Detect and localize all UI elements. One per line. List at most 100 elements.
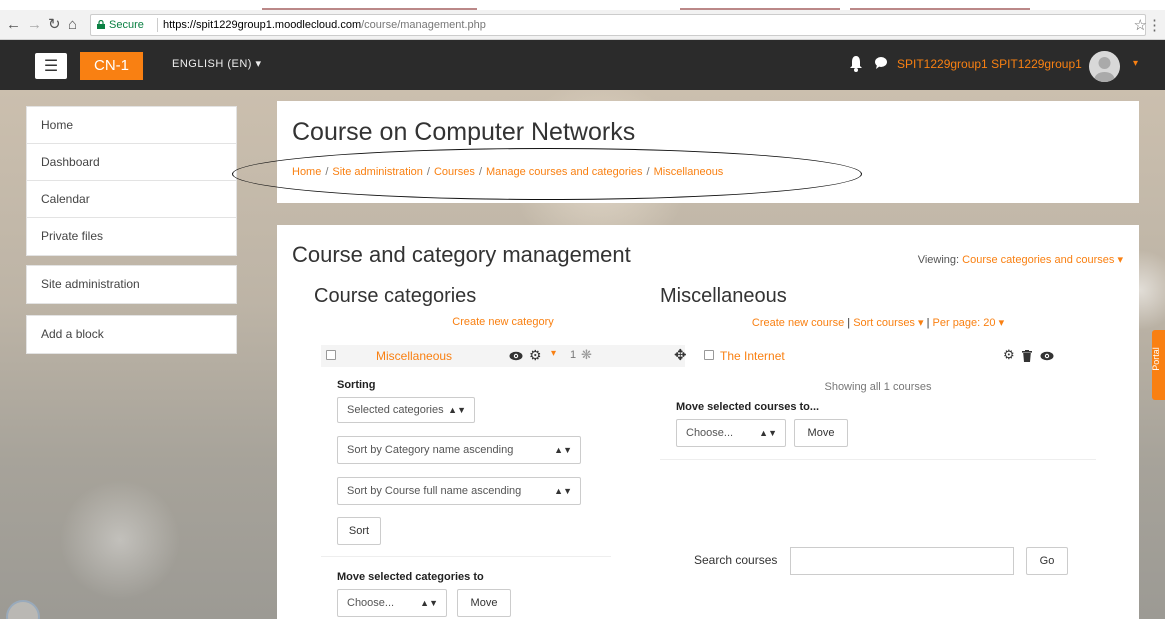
per-page-dropdown[interactable]: Per page: 20 ▾: [933, 317, 1005, 329]
showing-count: Showing all 1 courses: [824, 381, 932, 393]
viewing-mode-dropdown[interactable]: Course categories and courses ▾: [962, 254, 1123, 266]
courses-heading: Miscellaneous: [660, 285, 787, 307]
move-handle-icon[interactable]: ✥: [674, 346, 687, 364]
nav-drawer-admin: Site administration: [26, 265, 237, 304]
drawer-item-calendar[interactable]: Calendar: [27, 181, 236, 218]
move-categories-select[interactable]: Choose... ▲▼: [337, 589, 447, 617]
search-courses-input[interactable]: [790, 547, 1014, 575]
sort-courses-value: Sort by Course full name ascending: [347, 485, 522, 497]
breadcrumb-miscellaneous[interactable]: Miscellaneous: [654, 166, 724, 178]
drawer-item-private-files[interactable]: Private files: [27, 218, 236, 255]
category-checkbox[interactable]: [326, 350, 336, 360]
lock-icon: [97, 20, 105, 29]
courses-actions: Create new course | Sort courses ▾ | Per…: [660, 316, 1096, 329]
sort-courses-dropdown[interactable]: Sort courses ▾: [853, 317, 923, 329]
create-category-link[interactable]: Create new category: [452, 316, 554, 328]
tab-edge: [850, 8, 1030, 10]
back-icon[interactable]: ←: [6, 17, 21, 33]
sort-scope-value: Selected categories: [347, 404, 444, 416]
sort-categories-select[interactable]: Sort by Category name ascending ▲▼: [337, 436, 581, 464]
sort-button[interactable]: Sort: [337, 517, 381, 545]
portal-tab-label: Portal: [1150, 347, 1161, 371]
forward-icon[interactable]: →: [27, 17, 42, 33]
divider: [321, 556, 611, 557]
divider: [660, 459, 1096, 460]
move-courses-label: Move selected courses to...: [676, 401, 820, 413]
address-separator: [157, 18, 158, 32]
gear-icon[interactable]: ⚙: [529, 347, 542, 364]
hamburger-icon: ☰: [43, 58, 59, 75]
move-courses-button[interactable]: Move: [794, 419, 848, 447]
url-text: https://spit1229group1.moodlecloud.com/c…: [163, 15, 486, 35]
messages-icon[interactable]: [874, 55, 888, 71]
secure-label: Secure: [109, 19, 144, 31]
drawer-item-add-block[interactable]: Add a block: [27, 316, 236, 353]
search-go-button[interactable]: Go: [1026, 547, 1068, 575]
gear-icon[interactable]: ⚙: [1003, 347, 1015, 363]
user-avatar[interactable]: [1089, 51, 1120, 82]
eye-icon[interactable]: [509, 351, 523, 361]
breadcrumb-courses[interactable]: Courses: [434, 166, 475, 178]
page-header: Course on Computer Networks Home / Site ad…: [277, 101, 1139, 203]
course-checkbox[interactable]: [704, 350, 714, 360]
drawer-item-site-administration[interactable]: Site administration: [27, 266, 236, 303]
language-menu[interactable]: ENGLISH (EN) ▾: [172, 57, 262, 70]
caret-down-icon: ▾: [1117, 254, 1123, 266]
breadcrumb-separator: /: [426, 166, 430, 178]
categories-actions: Create new category: [321, 316, 685, 328]
address-bar[interactable]: Secure https://spit1229group1.moodleclou…: [90, 14, 1146, 36]
separator: |: [926, 317, 930, 329]
breadcrumb-separator: /: [646, 166, 650, 178]
move-categories-button[interactable]: Move: [457, 589, 511, 617]
viewing-selector: Viewing: Course categories and courses ▾: [918, 253, 1123, 266]
sort-categories-value: Sort by Category name ascending: [347, 444, 514, 456]
browser-menu-icon[interactable]: ⋮: [1147, 16, 1162, 34]
trash-icon[interactable]: [1022, 350, 1032, 362]
move-courses-select[interactable]: Choose... ▲▼: [676, 419, 786, 447]
breadcrumb-separator: /: [325, 166, 329, 178]
sort-courses-link: Sort courses: [853, 317, 915, 329]
management-panel: Course and category management Viewing: …: [277, 225, 1139, 619]
drawer-item-dashboard[interactable]: Dashboard: [27, 144, 236, 181]
create-course-link[interactable]: Create new course: [752, 317, 844, 329]
caret-down-icon: ▾: [918, 317, 924, 329]
select-arrows-icon: ▲▼: [554, 445, 572, 455]
bookmark-star-icon[interactable]: ☆: [1134, 16, 1147, 34]
caret-down-icon: ▾: [998, 317, 1005, 329]
page-title: Course on Computer Networks: [292, 118, 636, 146]
notification-bell-icon[interactable]: [849, 55, 863, 73]
tab-edge: [262, 8, 477, 10]
course-row[interactable]: ✥ The Internet ⚙: [660, 345, 1096, 367]
select-arrows-icon: ▲▼: [448, 405, 466, 415]
drawer-toggle-button[interactable]: ☰: [35, 53, 67, 79]
sort-courses-select[interactable]: Sort by Course full name ascending ▲▼: [337, 477, 581, 505]
nav-drawer-add-block: Add a block: [26, 315, 237, 354]
viewing-label: Viewing:: [917, 254, 960, 266]
tab-strip: [0, 0, 1165, 10]
caret-down-icon[interactable]: ▾: [551, 348, 556, 359]
move-categories-label: Move selected categories to: [337, 571, 484, 583]
nav-drawer-main: Home Dashboard Calendar Private files: [26, 106, 237, 256]
site-brand[interactable]: CN-1: [80, 52, 143, 80]
portal-tab[interactable]: Portal: [1150, 330, 1165, 400]
eye-icon[interactable]: [1040, 351, 1054, 361]
breadcrumb-site-administration[interactable]: Site administration: [332, 166, 423, 178]
drawer-item-home[interactable]: Home: [27, 107, 236, 144]
caret-down-icon[interactable]: ▾: [1133, 58, 1138, 69]
viewing-mode-value: Course categories and courses: [962, 254, 1115, 266]
home-icon[interactable]: ⌂: [68, 17, 77, 33]
reload-icon[interactable]: ↻: [48, 17, 61, 33]
category-name-link[interactable]: Miscellaneous: [376, 349, 452, 363]
move-courses-value: Choose...: [686, 427, 734, 439]
url-path: /course/management.php: [361, 19, 486, 31]
course-name-link[interactable]: The Internet: [720, 349, 785, 363]
search-courses-label: Search courses: [694, 553, 778, 567]
breadcrumb-home[interactable]: Home: [292, 166, 321, 178]
url-host: https://spit1229group1.moodlecloud.com: [163, 19, 362, 31]
per-page-value: Per page: 20: [932, 317, 996, 329]
category-row[interactable]: Miscellaneous ⚙ ▾ 1 ❋: [321, 345, 685, 367]
breadcrumb-manage-courses[interactable]: Manage courses and categories: [486, 166, 643, 178]
sort-scope-select[interactable]: Selected categories ▲▼: [337, 397, 475, 423]
user-menu-name[interactable]: SPIT1229group1 SPIT1229group1: [897, 57, 1082, 71]
subcategories-icon: ❋: [581, 347, 592, 362]
